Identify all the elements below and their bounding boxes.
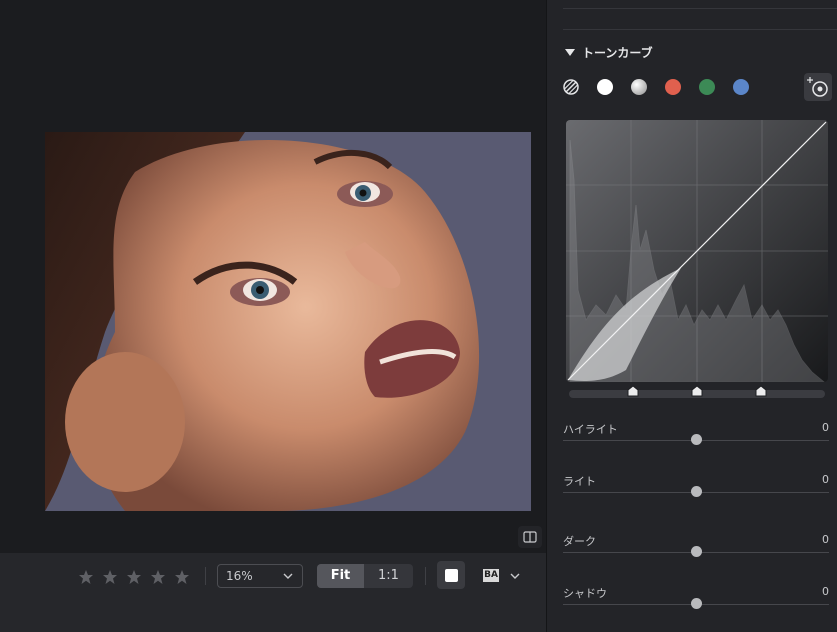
- slider-value[interactable]: 0: [822, 585, 829, 598]
- slider-label: ライト: [563, 475, 596, 488]
- slider-knob[interactable]: [691, 486, 702, 497]
- slider-value[interactable]: 0: [822, 533, 829, 546]
- compare-view-button[interactable]: [518, 526, 542, 548]
- zoom-mode-group: Fit 1:1: [317, 564, 413, 588]
- luminosity-channel-icon[interactable]: [563, 79, 579, 95]
- before-after-icon[interactable]: BA: [483, 569, 499, 582]
- slider-knob[interactable]: [691, 598, 702, 609]
- slider-value[interactable]: 0: [822, 473, 829, 486]
- divider: [425, 567, 426, 585]
- blue-channel-dot[interactable]: [733, 79, 749, 95]
- slider-value[interactable]: 0: [822, 421, 829, 434]
- divider: [563, 29, 837, 30]
- tone-curve-graph[interactable]: [566, 120, 828, 382]
- slider-knob[interactable]: [691, 434, 702, 445]
- green-channel-dot[interactable]: [699, 79, 715, 95]
- bottom-toolbar: 16% Fit 1:1 BA: [0, 553, 546, 632]
- chevron-down-icon: [283, 573, 293, 579]
- slider-knob[interactable]: [691, 546, 702, 557]
- section-title: トーンカーブ: [582, 46, 653, 60]
- slider-label: ハイライト: [563, 423, 618, 436]
- rating-star-icon[interactable]: [126, 569, 142, 585]
- portrait-photo: [45, 132, 531, 511]
- range-handle-icon[interactable]: [691, 385, 703, 397]
- range-handle-icon[interactable]: [627, 385, 639, 397]
- range-handle-icon[interactable]: [755, 385, 767, 397]
- targeted-adjustment-button[interactable]: [804, 73, 832, 101]
- zoom-value: 16%: [226, 569, 253, 583]
- rgb-channel-dot[interactable]: [631, 79, 647, 95]
- rating-star-icon[interactable]: [150, 569, 166, 585]
- red-channel-dot[interactable]: [665, 79, 681, 95]
- white-channel-dot[interactable]: [597, 79, 613, 95]
- image-viewer: [0, 0, 546, 553]
- rating-star-icon[interactable]: [78, 569, 94, 585]
- divider: [205, 567, 206, 585]
- divider: [563, 8, 837, 9]
- background-color-button[interactable]: [437, 561, 465, 589]
- white-square-icon: [445, 569, 458, 582]
- target-adjust-icon: [807, 77, 828, 97]
- rating-star-icon[interactable]: [102, 569, 118, 585]
- fit-button[interactable]: Fit: [317, 564, 364, 588]
- zoom-select[interactable]: 16%: [217, 564, 303, 588]
- chevron-down-icon[interactable]: [509, 570, 521, 582]
- slider-label: ダーク: [563, 535, 596, 548]
- adjustment-panel: トーンカーブ ハイライト 0 ライト 0 ダーク 0 シャドウ 0: [546, 0, 837, 632]
- rating-star-icon[interactable]: [174, 569, 190, 585]
- triangle-down-icon: [565, 49, 575, 56]
- one-to-one-button[interactable]: 1:1: [364, 564, 413, 588]
- slider-label: シャドウ: [563, 587, 607, 600]
- split-view-icon: [523, 531, 537, 543]
- tone-curve-header[interactable]: トーンカーブ: [565, 44, 653, 61]
